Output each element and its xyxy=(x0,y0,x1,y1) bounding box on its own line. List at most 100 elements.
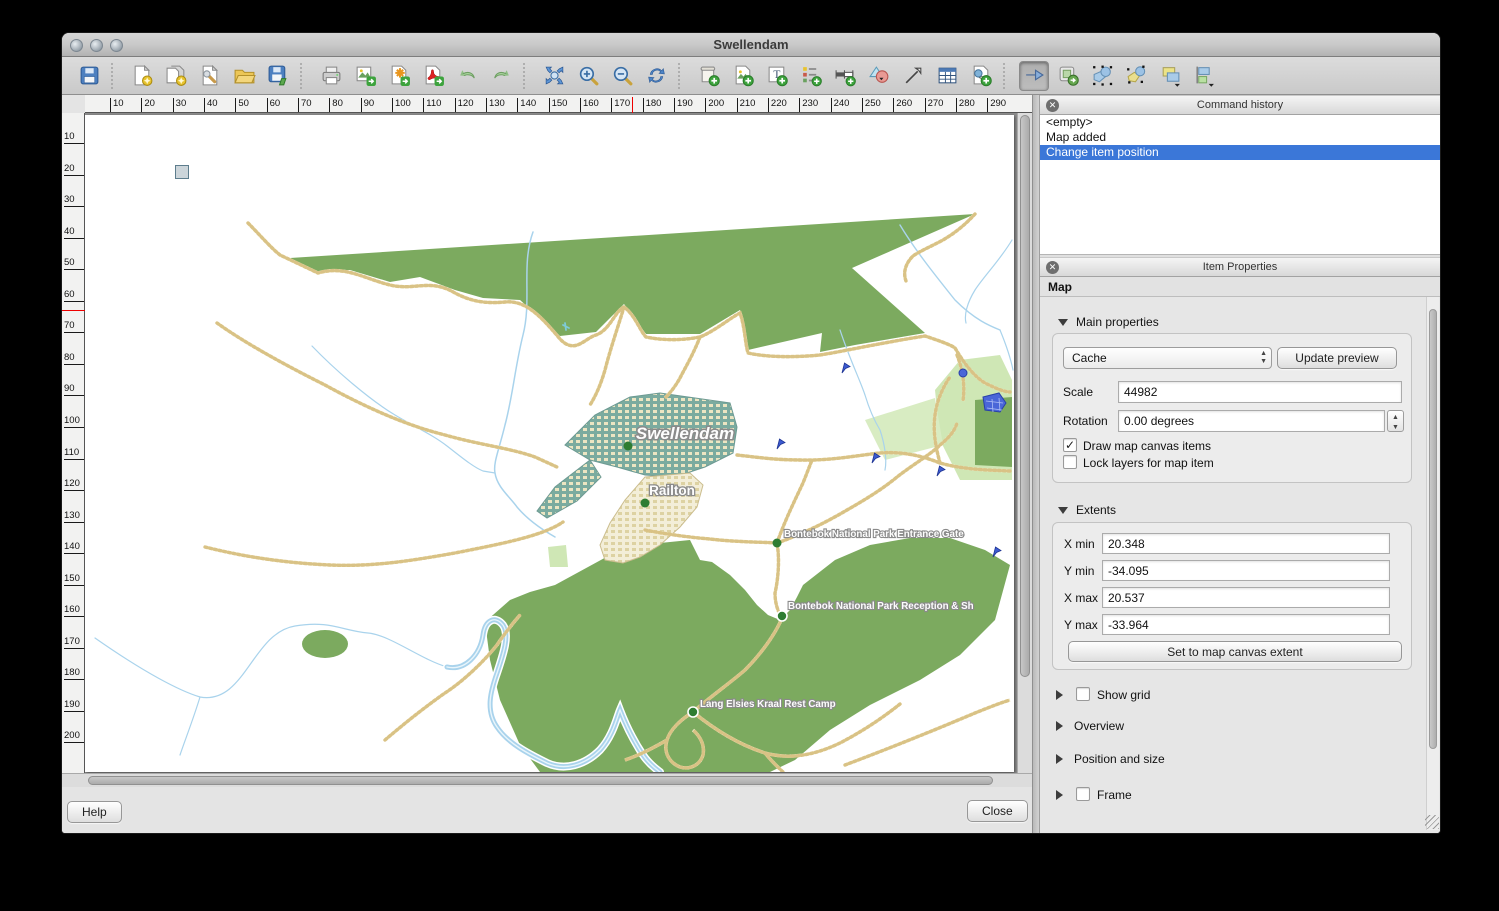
add-image-button[interactable] xyxy=(728,61,758,91)
toolbar-separator xyxy=(678,63,685,89)
item-properties-scrollbar[interactable] xyxy=(1426,297,1439,830)
frame-disclosure[interactable] xyxy=(1056,790,1063,800)
canvas-horizontal-scrollbar[interactable] xyxy=(62,773,1032,787)
redo-button[interactable] xyxy=(486,61,516,91)
camp-label: Lang Elsies Kraal Rest Camp xyxy=(700,699,836,710)
add-label-button[interactable]: T xyxy=(762,61,792,91)
add-legend-button[interactable] xyxy=(796,61,826,91)
composition-manager-button[interactable] xyxy=(195,61,225,91)
hruler-tick: 150 xyxy=(549,98,568,112)
composition-paper[interactable]: Swellendam Railton Bontebok National Par… xyxy=(85,115,1014,772)
town-label: Swellendam xyxy=(636,424,734,443)
hruler-tick: 140 xyxy=(517,98,536,112)
history-item-selected[interactable]: Change item position xyxy=(1040,145,1440,160)
composition-canvas[interactable]: Swellendam Railton Bontebok National Par… xyxy=(85,113,1032,773)
scale-input[interactable] xyxy=(1118,381,1402,403)
panel-splitter[interactable] xyxy=(1032,95,1040,833)
scale-label: Scale xyxy=(1063,385,1093,399)
add-table-button[interactable] xyxy=(932,61,962,91)
help-button[interactable]: Help xyxy=(67,801,122,823)
hruler-tick: 20 xyxy=(141,98,155,112)
select-move-item-button[interactable] xyxy=(1019,61,1049,91)
add-html-button[interactable]: </> xyxy=(966,61,996,91)
y-max-input[interactable] xyxy=(1102,614,1390,635)
vruler-tick: 180 xyxy=(64,666,84,680)
vruler-tick: 70 xyxy=(64,319,84,333)
draw-map-canvas-items-checkbox[interactable]: ✓ xyxy=(1063,438,1077,452)
duplicate-composition-button[interactable] xyxy=(161,61,191,91)
vruler-tick: 10 xyxy=(64,130,84,144)
titlebar: Swellendam xyxy=(62,33,1440,57)
main-properties-disclosure[interactable] xyxy=(1058,319,1068,326)
command-history-list[interactable]: <empty> Map added Change item position xyxy=(1040,115,1440,255)
move-item-content-button[interactable] xyxy=(1053,61,1083,91)
show-grid-checkbox[interactable] xyxy=(1076,687,1090,701)
load-template-button[interactable] xyxy=(229,61,259,91)
vruler-tick: 20 xyxy=(64,162,84,176)
zoom-out-button[interactable] xyxy=(607,61,637,91)
export-svg-button[interactable] xyxy=(384,61,414,91)
dialog-buttonbar: Help Close xyxy=(62,790,1032,833)
y-min-input[interactable] xyxy=(1102,560,1390,581)
export-pdf-button[interactable] xyxy=(418,61,448,91)
refresh-button[interactable] xyxy=(641,61,671,91)
frame-checkbox[interactable] xyxy=(1076,787,1090,801)
print-button[interactable] xyxy=(316,61,346,91)
toolbar-separator xyxy=(523,63,530,89)
reception-label: Bontebok National Park Reception & Sh xyxy=(788,601,974,612)
vruler-tick: 160 xyxy=(64,603,84,617)
canvas-vertical-scrollbar[interactable] xyxy=(1017,113,1032,773)
window-title: Swellendam xyxy=(62,37,1440,52)
cache-mode-select[interactable]: Cache ▲▼ xyxy=(1063,347,1272,369)
align-items-button[interactable] xyxy=(1189,61,1219,91)
set-to-map-canvas-extent-button[interactable]: Set to map canvas extent xyxy=(1068,641,1402,662)
hruler-tick: 190 xyxy=(674,98,693,112)
toolbar-separator xyxy=(300,63,307,89)
vruler-tick: 60 xyxy=(64,288,84,302)
hruler-tick: 130 xyxy=(486,98,505,112)
save-button[interactable] xyxy=(74,61,104,91)
rotation-input[interactable] xyxy=(1118,410,1385,432)
hruler-tick: 120 xyxy=(455,98,474,112)
undo-button[interactable] xyxy=(452,61,482,91)
hruler-tick: 10 xyxy=(110,98,124,112)
add-map-button[interactable] xyxy=(694,61,724,91)
add-scalebar-button[interactable] xyxy=(830,61,860,91)
add-arrow-button[interactable] xyxy=(898,61,928,91)
vruler-tick: 100 xyxy=(64,414,84,428)
hruler-tick: 290 xyxy=(987,98,1006,112)
x-max-input[interactable] xyxy=(1102,587,1390,608)
save-as-template-button[interactable] xyxy=(263,61,293,91)
ungroup-items-button[interactable] xyxy=(1121,61,1151,91)
new-composition-button[interactable] xyxy=(127,61,157,91)
add-shape-button[interactable] xyxy=(864,61,894,91)
export-image-button[interactable] xyxy=(350,61,380,91)
item-type-header: Map xyxy=(1040,277,1440,297)
combo-arrows-icon: ▲▼ xyxy=(1260,350,1267,366)
raise-items-button[interactable] xyxy=(1155,61,1185,91)
position-size-label: Position and size xyxy=(1074,752,1165,766)
map-item[interactable]: Swellendam Railton Bontebok National Par… xyxy=(85,115,1014,772)
hruler-tick: 180 xyxy=(643,98,662,112)
toolbar-separator xyxy=(1003,63,1010,89)
history-item[interactable]: <empty> xyxy=(1040,115,1440,130)
lock-layers-checkbox[interactable] xyxy=(1063,455,1077,469)
selected-small-item[interactable] xyxy=(175,165,189,179)
hruler-tick: 200 xyxy=(705,98,724,112)
cursor-position-indicator-y xyxy=(62,310,85,311)
x-min-input[interactable] xyxy=(1102,533,1390,554)
update-preview-button[interactable]: Update preview xyxy=(1277,347,1397,369)
overview-disclosure[interactable] xyxy=(1056,721,1063,731)
close-button[interactable]: Close xyxy=(967,800,1028,822)
position-size-disclosure[interactable] xyxy=(1056,754,1063,764)
vruler-tick: 140 xyxy=(64,540,84,554)
group-items-button[interactable] xyxy=(1087,61,1117,91)
extents-disclosure[interactable] xyxy=(1058,507,1068,514)
zoom-in-button[interactable] xyxy=(573,61,603,91)
history-item[interactable]: Map added xyxy=(1040,130,1440,145)
rotation-stepper[interactable]: ▲▼ xyxy=(1387,410,1404,432)
rotation-label: Rotation xyxy=(1063,414,1108,428)
show-grid-disclosure[interactable] xyxy=(1056,690,1063,700)
zoom-full-button[interactable] xyxy=(539,61,569,91)
resize-grip[interactable] xyxy=(1425,815,1439,829)
